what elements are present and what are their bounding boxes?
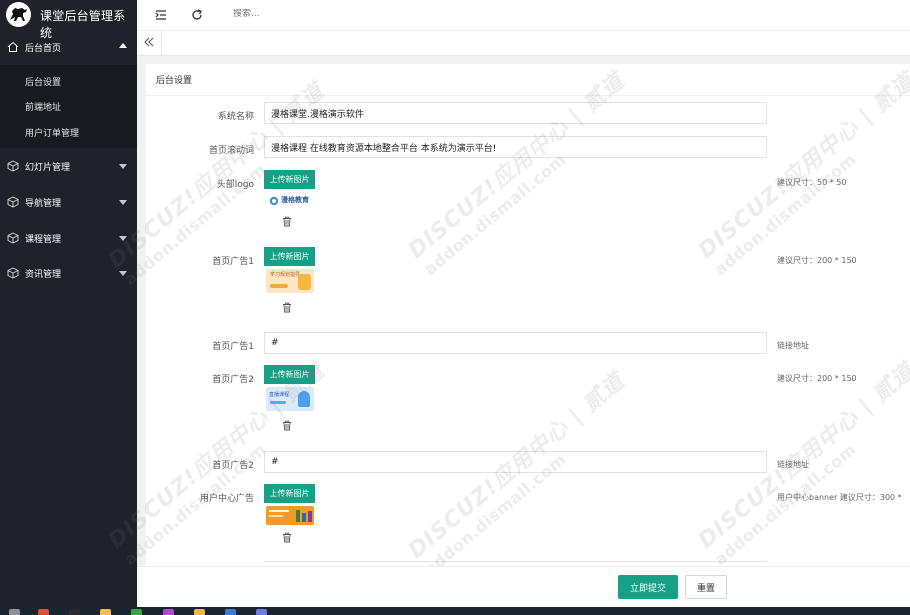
chevron-down-icon xyxy=(119,236,127,241)
sidebar-item-label: 导航管理 xyxy=(25,199,62,209)
ad2-link-label: 首页广告2 xyxy=(212,461,254,471)
cube-icon xyxy=(7,267,19,279)
taskbar-app-icon[interactable] xyxy=(256,609,267,615)
sidebar-item-news[interactable]: 资讯管理 xyxy=(0,256,137,292)
taskbar-app-icon[interactable] xyxy=(9,609,20,615)
chevron-down-icon xyxy=(119,200,127,205)
sidebar-item-nav[interactable]: 导航管理 xyxy=(0,185,137,221)
sidebar-item-label: 后台首页 xyxy=(25,44,62,54)
sidebar-item-label: 资讯管理 xyxy=(25,270,62,280)
submit-button[interactable]: 立即提交 xyxy=(618,575,678,599)
tab-bar xyxy=(137,31,910,56)
ad1-link-hint: 链接地址 xyxy=(777,341,809,350)
sidebar: 课堂后台管理系统 后台首页 后台设置 前端地址 用户订单管理 幻灯片管理 导航管… xyxy=(0,0,137,607)
logo-label: 头部logo xyxy=(216,180,254,190)
taskbar-app-icon[interactable] xyxy=(100,609,111,615)
taskbar-app-icon[interactable] xyxy=(69,609,80,615)
card-header: 后台设置 xyxy=(146,64,910,96)
taskbar-app-icon[interactable] xyxy=(38,609,49,615)
logo-size-hint: 建议尺寸：50 * 50 xyxy=(777,178,847,187)
reset-button[interactable]: 重置 xyxy=(685,575,727,599)
upload-ad1-button[interactable]: 上传新图片 xyxy=(264,247,315,266)
marquee-input[interactable] xyxy=(264,136,767,158)
ad1-link-input[interactable] xyxy=(264,332,767,354)
delete-ad2-trash-icon[interactable] xyxy=(282,420,292,431)
sidebar-subitem-label: 后台设置 xyxy=(25,78,62,88)
taskbar-app-icon[interactable] xyxy=(225,609,236,615)
sidebar-subitem-label: 前端地址 xyxy=(25,103,62,113)
ad2-link-input[interactable] xyxy=(264,451,767,473)
delete-logo-trash-icon[interactable] xyxy=(282,216,292,227)
ad2-preview-text: 直播课程 xyxy=(269,392,290,398)
sidebar-submenu: 后台设置 前端地址 用户订单管理 xyxy=(0,65,137,148)
user-ad-label: 用户中心广告 xyxy=(199,494,254,504)
site-name-label: 系统名称 xyxy=(217,112,254,122)
cube-icon xyxy=(7,196,19,208)
search-input[interactable] xyxy=(233,9,433,19)
indent-icon[interactable] xyxy=(154,8,168,22)
chevron-down-icon xyxy=(119,271,127,276)
sidebar-subitem-orders[interactable]: 用户订单管理 xyxy=(0,119,137,145)
taskbar-app-icon[interactable] xyxy=(131,609,142,615)
cube-icon xyxy=(7,232,19,244)
sidebar-item-slides[interactable]: 幻灯片管理 xyxy=(0,149,137,185)
sidebar-subitem-frontend[interactable]: 前端地址 xyxy=(0,93,137,119)
ad1-preview-image: 学习规划指导 xyxy=(266,269,314,293)
ad1-preview-text: 学习规划指导 xyxy=(270,272,301,278)
taskbar-app-icon[interactable] xyxy=(163,609,174,615)
chevron-down-icon xyxy=(119,164,127,169)
chevron-up-icon xyxy=(119,43,127,48)
form-actions-bar: 立即提交 重置 xyxy=(137,566,910,608)
delete-ad1-trash-icon[interactable] xyxy=(282,302,292,313)
ad1-size-hint: 建议尺寸：200 * 150 xyxy=(777,256,857,265)
settings-card: 后台设置 系统名称 首页滚动词 头部logo 上传新图片 建议尺寸：50 * 5… xyxy=(146,64,910,607)
sidebar-item-courses[interactable]: 课程管理 xyxy=(0,221,137,257)
logo-preview-text: 漫格教育 xyxy=(281,196,309,204)
ad1-image-label: 首页广告1 xyxy=(212,257,254,267)
sidebar-subitem-settings[interactable]: 后台设置 xyxy=(0,68,137,94)
cube-icon xyxy=(7,160,19,172)
ad2-link-hint: 链接地址 xyxy=(777,460,809,469)
logo-bar: 课堂后台管理系统 xyxy=(0,0,137,40)
sidebar-item-label: 幻灯片管理 xyxy=(25,163,71,173)
upload-logo-button[interactable]: 上传新图片 xyxy=(264,170,315,189)
sidebar-subitem-label: 用户订单管理 xyxy=(25,129,80,139)
logo-mark-icon xyxy=(269,196,279,206)
taskbar-app-icon[interactable] xyxy=(194,609,205,615)
os-taskbar xyxy=(0,607,910,615)
user-ad-preview-image xyxy=(266,506,314,525)
site-name-input[interactable] xyxy=(264,102,767,124)
upload-ad2-button[interactable]: 上传新图片 xyxy=(264,365,315,384)
sidebar-item-home[interactable]: 后台首页 xyxy=(0,30,137,66)
upload-user-ad-button[interactable]: 上传新图片 xyxy=(264,484,315,503)
sidebar-item-label: 课程管理 xyxy=(25,235,62,245)
ad2-preview-image: 直播课程 xyxy=(266,387,314,411)
refresh-icon[interactable] xyxy=(190,8,204,22)
ad2-size-hint: 建议尺寸：200 * 150 xyxy=(777,374,857,383)
user-ad-size-hint: 用户中心banner 建议尺寸：300 * xyxy=(777,493,902,502)
top-bar xyxy=(137,0,910,31)
tab-scroll-left-button[interactable] xyxy=(137,31,162,55)
ad2-image-label: 首页广告2 xyxy=(212,375,254,385)
home-icon xyxy=(7,41,19,52)
marquee-label: 首页滚动词 xyxy=(208,146,254,156)
horse-logo-icon xyxy=(6,2,31,27)
ad1-link-label: 首页广告1 xyxy=(212,342,254,352)
double-chevron-left-icon xyxy=(144,37,154,47)
section-title: 后台设置 xyxy=(156,76,193,86)
delete-user-ad-trash-icon[interactable] xyxy=(282,532,292,543)
